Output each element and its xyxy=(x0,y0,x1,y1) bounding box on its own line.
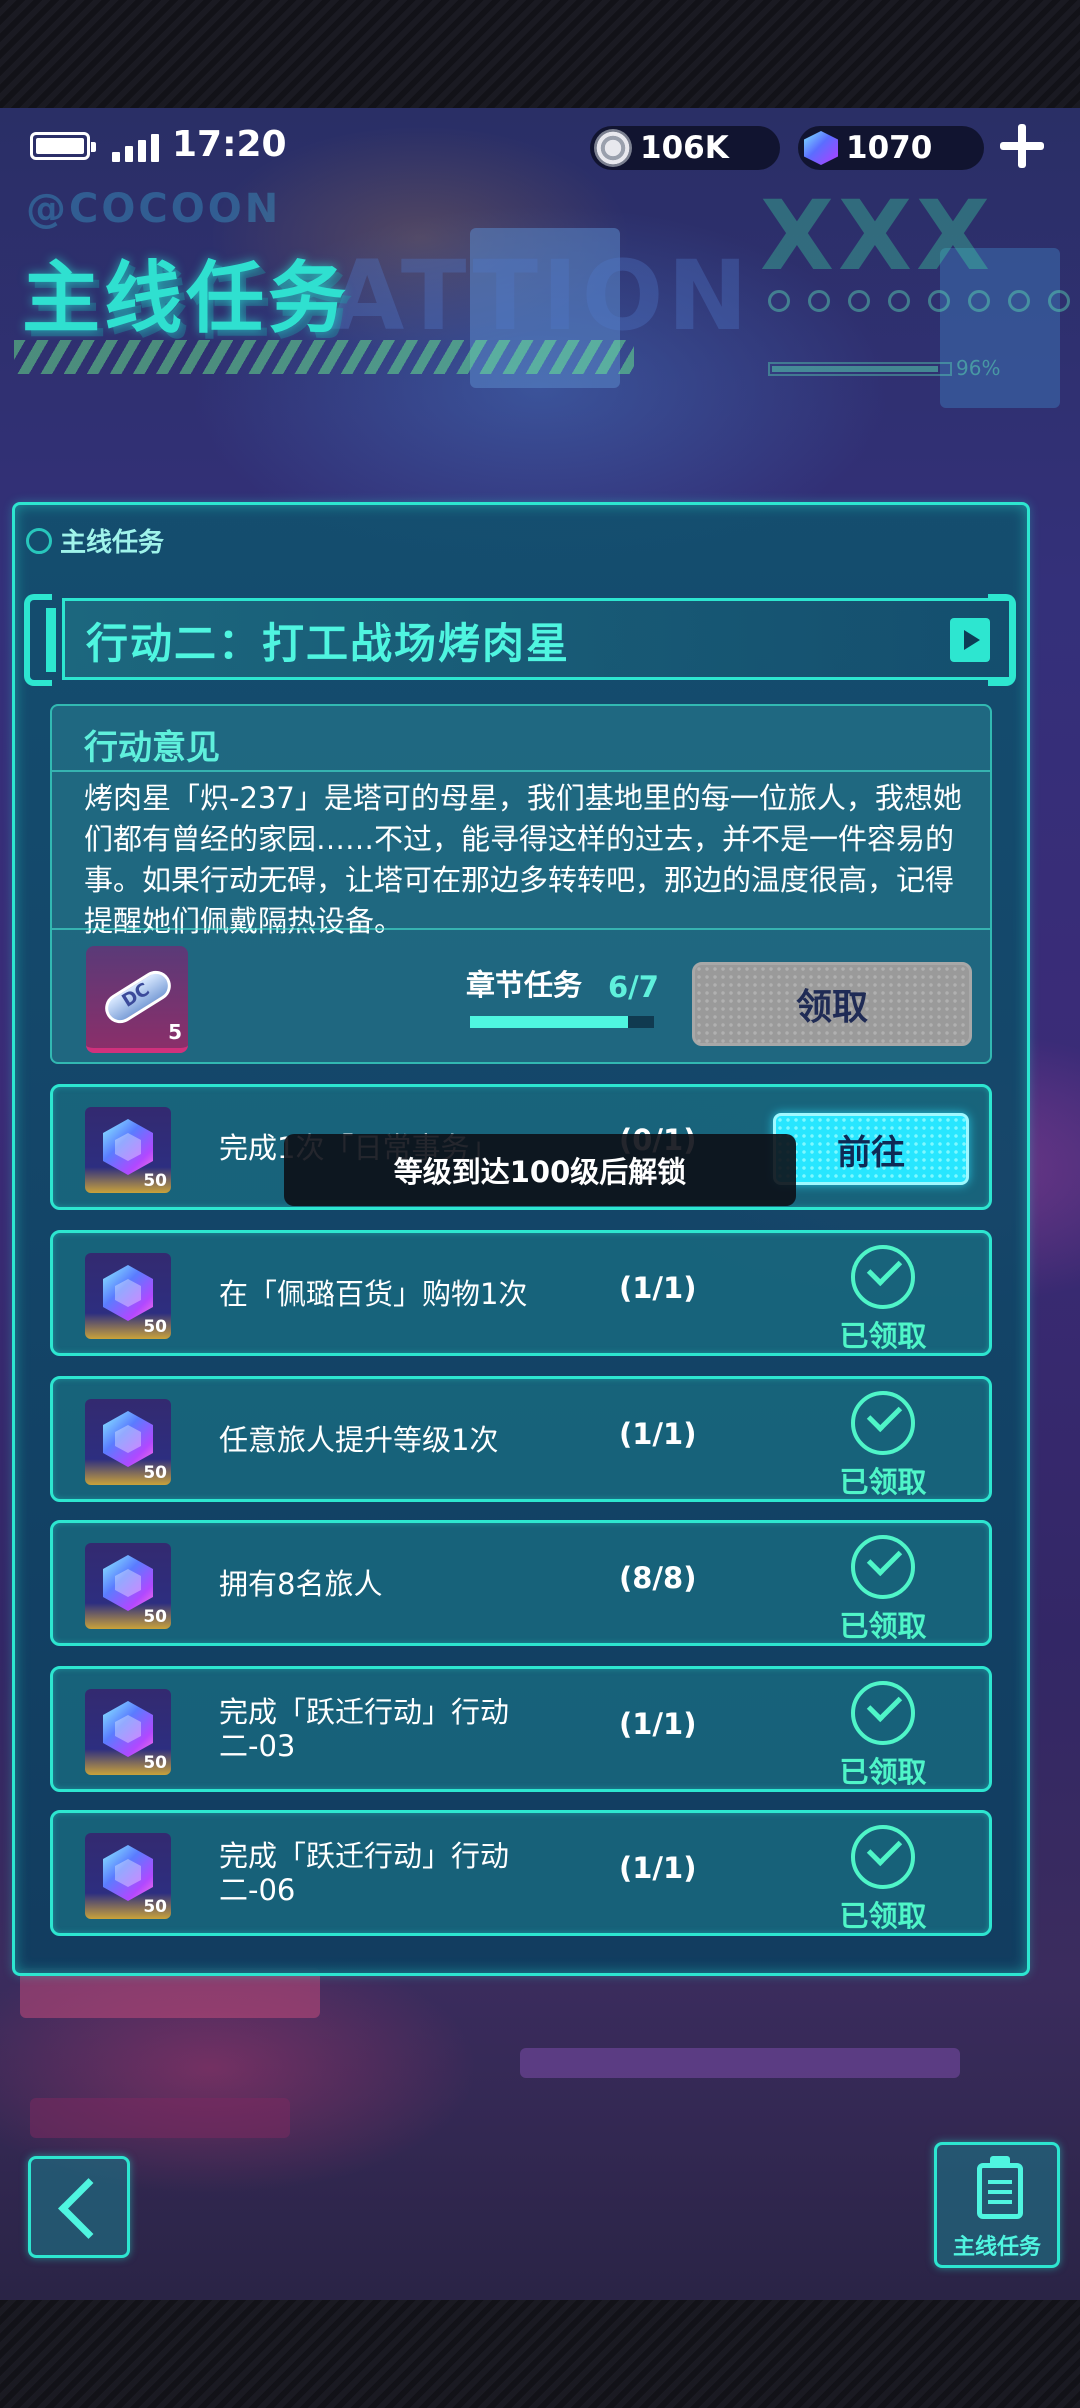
hazard-stripe xyxy=(14,340,634,374)
task-row: 50 任意旅人提升等级1次 (1/1) 已领取 xyxy=(50,1376,992,1502)
coin-counter: 106K xyxy=(590,126,780,170)
battery-icon xyxy=(30,132,96,160)
task-description: 完成「跃迁行动」行动二-03 xyxy=(219,1695,510,1763)
task-description: 完成「跃迁行动」行动二-06 xyxy=(219,1839,510,1907)
clock: 17:20 xyxy=(172,124,287,165)
action-opinion-card: 行动意见 烤肉星「炽-237」是塔可的母星，我们基地里的每一位旅人，我想她们都有… xyxy=(50,704,992,1064)
task-description: 拥有8名旅人 xyxy=(219,1567,383,1601)
claimed-label: 已领取 xyxy=(839,1609,927,1643)
reward-gem[interactable]: 50 xyxy=(85,1107,171,1193)
reward-quantity: 50 xyxy=(143,1317,167,1337)
reward-quantity: 5 xyxy=(168,1020,182,1044)
back-button[interactable] xyxy=(28,2156,130,2258)
opinion-text: 烤肉星「炽-237」是塔可的母星，我们基地里的每一位旅人，我想她们都有曾经的家园… xyxy=(84,781,962,938)
task-row: 50 在「佩璐百货」购物1次 (1/1) 已领取 xyxy=(50,1230,992,1356)
capsule-icon xyxy=(99,965,177,1029)
check-icon xyxy=(851,1825,915,1889)
clipboard-icon xyxy=(977,2156,1023,2219)
play-arrow-icon[interactable] xyxy=(950,618,990,662)
chapter-progress-bar xyxy=(470,1016,654,1028)
chapter-progress-fill xyxy=(470,1016,628,1028)
gem-icon xyxy=(804,131,838,165)
dot-row-deco xyxy=(768,290,1070,312)
task-row: 50 完成「跃迁行动」行动二-06 (1/1) 已领取 xyxy=(50,1810,992,1936)
claimed-status: 已领取 xyxy=(823,1391,943,1501)
deco-percent: 96% xyxy=(956,356,1001,380)
panel-tag: 主线任务 xyxy=(26,522,164,559)
add-currency-button[interactable] xyxy=(996,120,1048,172)
signal-icon xyxy=(112,130,159,162)
gem-icon xyxy=(103,1845,153,1901)
claimed-label: 已领取 xyxy=(839,1465,927,1499)
task-progress: (1/1) xyxy=(619,1707,697,1741)
claimed-status: 已领取 xyxy=(823,1825,943,1935)
cocoon-icon xyxy=(26,527,52,554)
go-button[interactable]: 前往 xyxy=(773,1113,969,1185)
check-icon xyxy=(851,1245,915,1309)
chapter-task-label: 章节任务 xyxy=(466,968,583,1002)
xxx-deco: XXX xyxy=(760,180,995,292)
coin-icon xyxy=(594,129,632,167)
opinion-heading: 行动意见 xyxy=(84,728,220,768)
task-progress: (1/1) xyxy=(619,1417,697,1451)
reward-gem[interactable]: 50 xyxy=(85,1833,171,1919)
bracket-right xyxy=(988,594,1016,686)
main-task-button[interactable]: 主线任务 xyxy=(934,2142,1060,2268)
check-icon xyxy=(851,1391,915,1455)
claimed-label: 已领取 xyxy=(839,1755,927,1789)
claimed-status: 已领取 xyxy=(823,1681,943,1791)
ghost-title: ATTION xyxy=(330,240,752,352)
gem-icon xyxy=(103,1119,153,1175)
claim-button[interactable]: 领取 xyxy=(692,962,972,1046)
task-progress: (8/8) xyxy=(619,1561,697,1595)
task-description: 任意旅人提升等级1次 xyxy=(219,1423,499,1457)
lock-toast: 等级到达100级后解锁 xyxy=(284,1134,796,1206)
task-row: 50 完成「跃迁行动」行动二-03 (1/1) 已领取 xyxy=(50,1666,992,1792)
divider xyxy=(52,928,990,930)
deco-progress xyxy=(768,362,952,376)
chapter-reward-item[interactable]: 5 xyxy=(86,946,188,1053)
reward-quantity: 50 xyxy=(143,1463,167,1483)
claimed-label: 已领取 xyxy=(839,1319,927,1353)
task-row: 50 拥有8名旅人 (8/8) 已领取 xyxy=(50,1520,992,1646)
page-title: 主线任务 xyxy=(22,254,351,344)
check-icon xyxy=(851,1535,915,1599)
task-progress: (1/1) xyxy=(619,1851,697,1885)
gem-icon xyxy=(103,1265,153,1321)
claimed-label: 已领取 xyxy=(839,1899,927,1933)
gem-icon xyxy=(103,1411,153,1467)
chapter-name: 行动二：打工战场烤肉星 xyxy=(86,619,571,668)
gem-icon xyxy=(103,1701,153,1757)
chapter-header[interactable]: 行动二：打工战场烤肉星 xyxy=(24,594,1016,686)
reward-quantity: 50 xyxy=(143,1607,167,1627)
chevron-left-icon xyxy=(58,2178,119,2239)
reward-gem[interactable]: 50 xyxy=(85,1399,171,1485)
main-task-label: 主线任务 xyxy=(952,2235,1041,2260)
reward-gem[interactable]: 50 xyxy=(85,1689,171,1775)
task-description: 在「佩璐百货」购物1次 xyxy=(219,1277,528,1311)
check-icon xyxy=(851,1681,915,1745)
bottom-letterbox xyxy=(0,2300,1080,2408)
gem-amount: 1070 xyxy=(846,130,933,166)
reward-quantity: 50 xyxy=(143,1897,167,1917)
claimed-status: 已领取 xyxy=(823,1245,943,1355)
status-bar: 17:20 106K 1070 xyxy=(0,118,1080,178)
gem-counter: 1070 xyxy=(798,126,984,170)
gem-icon xyxy=(103,1555,153,1611)
chapter-notch xyxy=(46,608,56,672)
top-letterbox xyxy=(0,0,1080,108)
panel-tag-label: 主线任务 xyxy=(60,528,165,558)
claimed-status: 已领取 xyxy=(823,1535,943,1645)
reward-gem[interactable]: 50 xyxy=(85,1543,171,1629)
cocoon-logo: @COCOON xyxy=(26,186,282,232)
task-progress: (1/1) xyxy=(619,1271,697,1305)
chapter-task-count: 6/7 xyxy=(608,970,659,1004)
reward-quantity: 50 xyxy=(143,1753,167,1773)
reward-quantity: 50 xyxy=(143,1171,167,1191)
coin-amount: 106K xyxy=(640,130,729,166)
reward-gem[interactable]: 50 xyxy=(85,1253,171,1339)
divider xyxy=(52,770,990,772)
